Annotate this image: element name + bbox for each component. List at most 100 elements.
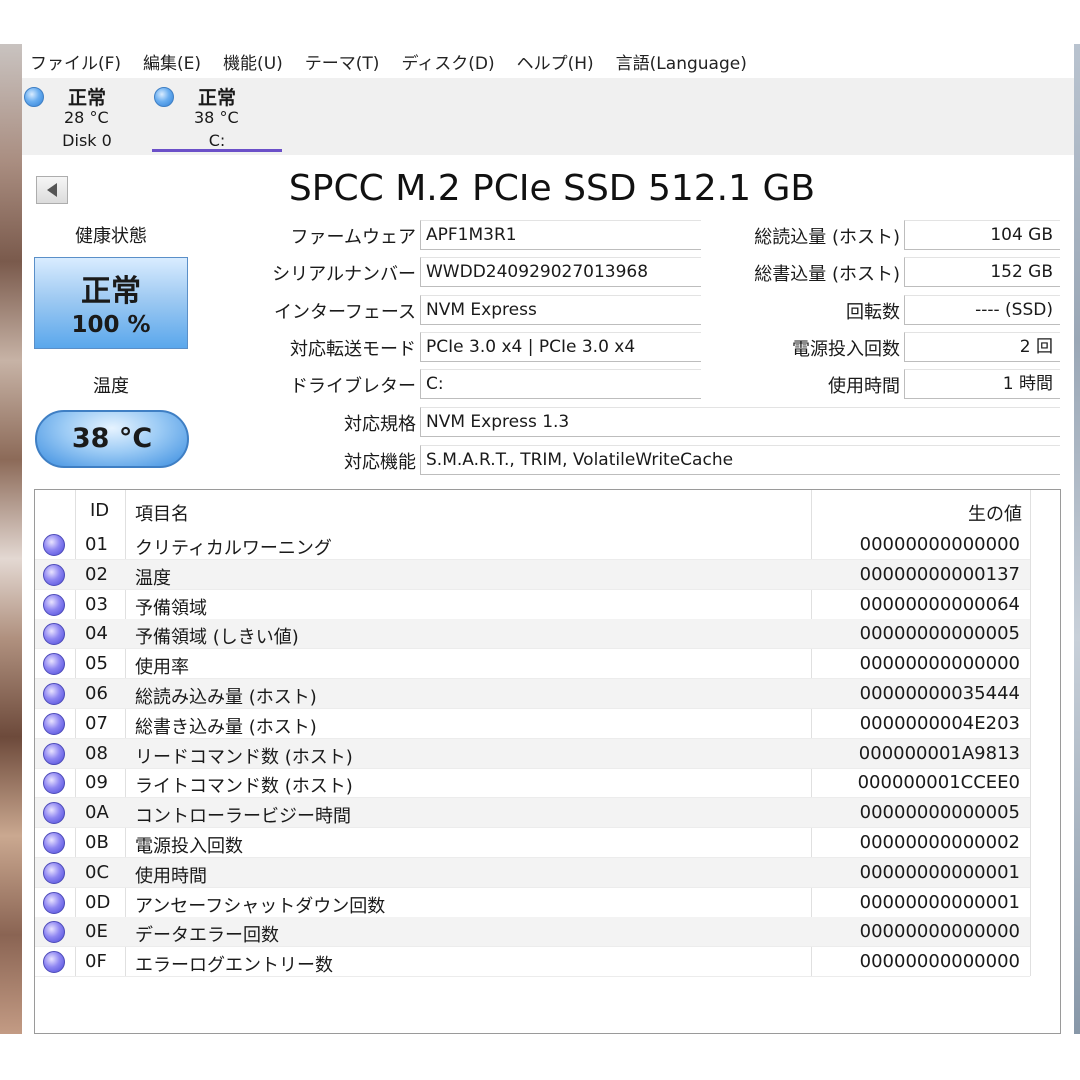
table-row[interactable]: 0E データエラー回数 00000000000000 — [35, 917, 1030, 948]
row-id: 09 — [85, 772, 108, 794]
transfer-mode-label: 対応転送モード — [290, 339, 416, 360]
row-raw-value: 00000000000001 — [859, 861, 1020, 883]
row-raw-value: 00000000000002 — [859, 832, 1020, 853]
table-row[interactable]: 08 リードコマンド数 (ホスト) 000000001A9813 — [35, 738, 1030, 769]
status-dot-icon — [43, 623, 65, 646]
rotation-label: 回転数 — [846, 302, 900, 323]
standard-value: NVM Express 1.3 — [420, 407, 1060, 437]
disk-temperature: 38 °C — [194, 108, 239, 127]
previous-disk-button[interactable] — [36, 176, 68, 204]
status-dot-icon — [24, 87, 44, 107]
table-row[interactable]: 0D アンセーフシャットダウン回数 00000000000001 — [35, 888, 1030, 918]
health-label: 健康状態 — [75, 226, 147, 247]
menu-language[interactable]: 言語(Language) — [605, 49, 758, 74]
interface-label: インターフェース — [273, 302, 416, 323]
row-id: 0B — [85, 832, 109, 853]
row-name: 予備領域 (しきい値) — [135, 627, 299, 649]
table-row[interactable]: 0A コントローラービジー時間 00000000000005 — [35, 798, 1030, 829]
smart-table[interactable]: ID 項目名 生の値 01 クリティカルワーニング 00000000000000 02… — [34, 489, 1061, 1034]
drive-letter-label: ドライブレター — [290, 376, 416, 397]
power-on-hours-value: 1 時間 — [904, 369, 1060, 399]
row-id: 0E — [85, 921, 108, 943]
row-id: 07 — [85, 712, 108, 734]
serial-label: シリアルナンバー — [272, 264, 416, 285]
column-divider — [1030, 490, 1031, 976]
total-writes-value: 152 GB — [904, 257, 1060, 287]
status-dot-icon — [43, 891, 65, 914]
row-raw-value: 00000000000137 — [859, 563, 1020, 585]
menu-theme[interactable]: テーマ(T) — [294, 49, 391, 74]
disk-temperature: 28 °C — [64, 108, 109, 127]
row-raw-value: 00000000035444 — [859, 683, 1020, 704]
desktop-background-right — [1074, 44, 1080, 1034]
header-raw[interactable]: 生の値 — [968, 500, 1022, 526]
row-name: ライトコマンド数 (ホスト) — [135, 776, 353, 798]
row-name: 総書き込み量 (ホスト) — [135, 716, 317, 738]
disk-name: C: — [208, 131, 226, 150]
table-row[interactable]: 05 使用率 00000000000000 — [35, 649, 1030, 680]
table-row[interactable]: 01 クリティカルワーニング 00000000000000 — [35, 530, 1030, 560]
temperature-label: 温度 — [93, 376, 129, 397]
status-dot-icon — [43, 861, 65, 884]
row-name: リードコマンド数 (ホスト) — [135, 746, 353, 768]
table-row[interactable]: 04 予備領域 (しきい値) 00000000000005 — [35, 619, 1030, 650]
status-dot-icon — [43, 772, 65, 795]
row-name: コントローラービジー時間 — [135, 806, 351, 828]
row-name: 予備領域 — [135, 597, 207, 619]
menu-function[interactable]: 機能(U) — [212, 49, 294, 74]
table-row[interactable]: 02 温度 00000000000137 — [35, 559, 1030, 590]
app-window: ファイル(F) 編集(E) 機能(U) テーマ(T) ディスク(D) ヘルプ(H… — [22, 44, 1074, 1034]
row-id: 01 — [85, 534, 108, 555]
status-dot-icon — [154, 87, 174, 107]
table-row[interactable]: 07 総書き込み量 (ホスト) 0000000004E203 — [35, 709, 1030, 739]
header-id[interactable]: ID — [90, 500, 109, 521]
features-value: S.M.A.R.T., TRIM, VolatileWriteCache — [420, 445, 1060, 475]
status-dot-icon — [43, 653, 65, 676]
table-row[interactable]: 0C 使用時間 00000000000001 — [35, 857, 1030, 888]
power-on-count-label: 電源投入回数 — [792, 339, 900, 360]
row-raw-value: 000000001CCEE0 — [857, 772, 1020, 794]
row-raw-value: 00000000000000 — [859, 653, 1020, 675]
temperature-button[interactable]: 38 °C — [35, 410, 189, 468]
row-id: 03 — [85, 593, 108, 615]
menu-help[interactable]: ヘルプ(H) — [506, 49, 605, 74]
interface-value: NVM Express — [420, 295, 701, 325]
health-status-button[interactable]: 正常 100 % — [34, 257, 188, 349]
row-name: 使用時間 — [135, 865, 207, 887]
arrow-left-icon — [47, 183, 57, 197]
row-raw-value: 00000000000005 — [859, 802, 1020, 824]
status-dot-icon — [43, 683, 65, 705]
table-row[interactable]: 0F エラーログエントリー数 00000000000000 — [35, 947, 1030, 978]
status-dot-icon — [43, 742, 65, 765]
row-id: 0D — [85, 891, 111, 913]
table-row[interactable]: 06 総読み込み量 (ホスト) 00000000035444 — [35, 679, 1030, 709]
drive-title: SPCC M.2 PCIe SSD 512.1 GB — [288, 168, 816, 209]
total-reads-label: 総読込量 (ホスト) — [754, 227, 900, 248]
status-dot-icon — [43, 563, 65, 586]
status-dot-icon — [43, 593, 65, 616]
table-row[interactable]: 09 ライトコマンド数 (ホスト) 000000001CCEE0 — [35, 768, 1030, 799]
desktop-background — [0, 44, 22, 1034]
header-name[interactable]: 項目名 — [135, 500, 189, 526]
row-id: 0C — [85, 861, 110, 883]
row-id: 04 — [85, 623, 108, 645]
table-row[interactable]: 03 予備領域 00000000000064 — [35, 590, 1030, 620]
disk-tab-c[interactable]: 正常 38 °C C: — [152, 80, 282, 152]
drive-letter-value: C: — [420, 369, 701, 399]
row-id: 02 — [85, 563, 108, 585]
menu-bar: ファイル(F) 編集(E) 機能(U) テーマ(T) ディスク(D) ヘルプ(H… — [22, 44, 1074, 78]
health-status: 正常 — [81, 274, 141, 309]
menu-disk[interactable]: ディスク(D) — [390, 49, 505, 74]
disk-status: 正常 — [198, 87, 237, 109]
row-raw-value: 00000000000000 — [859, 534, 1020, 555]
menu-edit[interactable]: 編集(E) — [132, 49, 212, 74]
row-id: 06 — [85, 683, 108, 704]
row-raw-value: 00000000000001 — [859, 891, 1020, 913]
menu-file[interactable]: ファイル(F) — [22, 49, 132, 74]
table-row[interactable]: 0B 電源投入回数 00000000000002 — [35, 828, 1030, 858]
disk-tab-disk0[interactable]: 正常 28 °C Disk 0 — [22, 80, 152, 152]
health-percent: 100 % — [71, 312, 151, 338]
row-id: 08 — [85, 742, 108, 764]
row-name: エラーログエントリー数 — [135, 955, 333, 977]
row-name: アンセーフシャットダウン回数 — [135, 895, 386, 917]
